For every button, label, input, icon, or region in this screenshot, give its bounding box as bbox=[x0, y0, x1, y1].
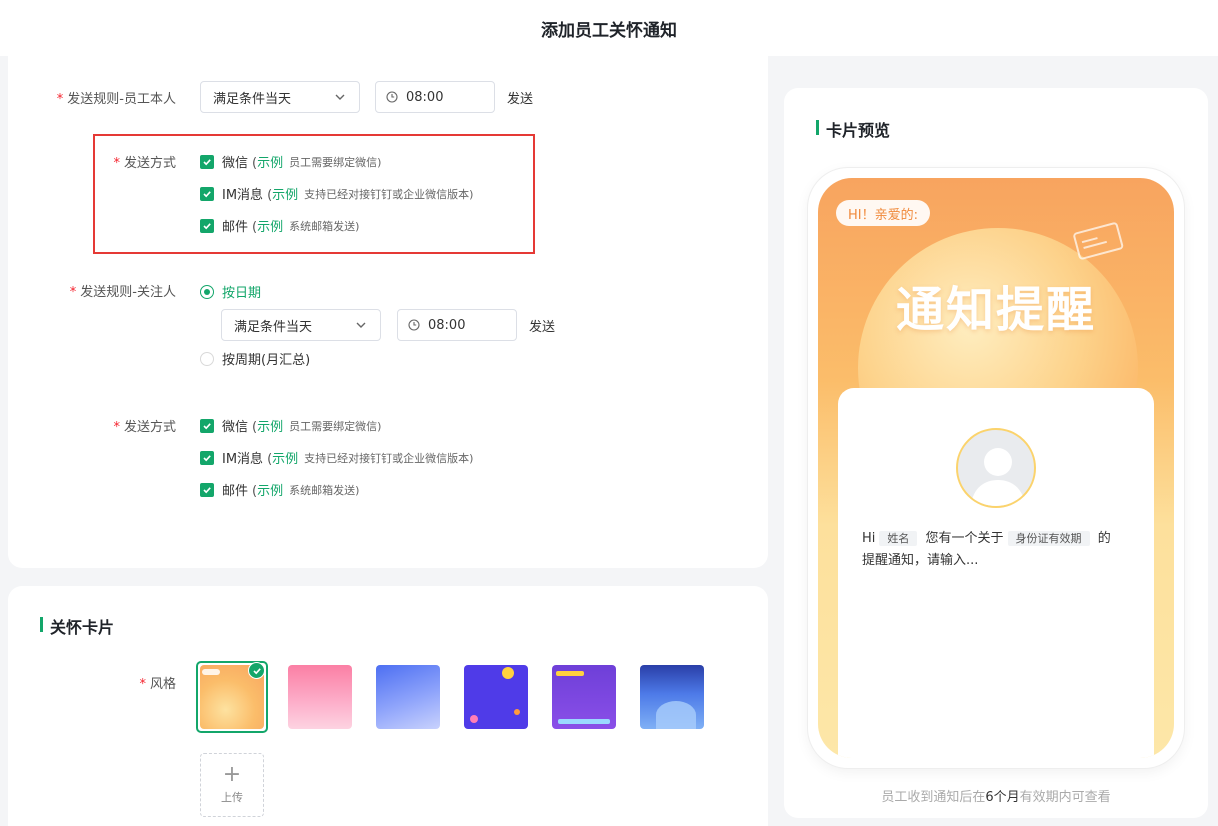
option-hint: 支持已经对接钉钉或企业微信版本) bbox=[304, 187, 474, 201]
radio-by-date-label: 按日期 bbox=[222, 286, 262, 301]
option-label: IM消息 bbox=[222, 188, 264, 203]
clock-icon bbox=[386, 91, 398, 103]
send-method-email[interactable]: 邮件 (示例 系统邮箱发送) bbox=[200, 216, 359, 235]
option-label: 邮件 bbox=[222, 484, 249, 499]
user-placeholder-icon bbox=[970, 448, 1026, 506]
option-hint: 系统邮箱发送) bbox=[289, 483, 360, 497]
foot-post: 有效期内可查看 bbox=[1019, 790, 1111, 805]
page-title: 添加员工关怀通知 bbox=[541, 20, 677, 41]
rule-employee-time-value: 08:00 bbox=[406, 89, 444, 105]
send-method-email[interactable]: 邮件 (示例 系统邮箱发送) bbox=[200, 480, 359, 499]
validity-note: 员工收到通知后在6个月有效期内可查看 bbox=[784, 786, 1208, 805]
upload-label: 上传 bbox=[221, 791, 243, 804]
paren: (示例 bbox=[252, 156, 284, 171]
check-icon bbox=[248, 662, 265, 679]
example-link[interactable]: 示例 bbox=[257, 420, 283, 435]
radio-selected-icon[interactable] bbox=[200, 284, 214, 299]
item-tag: 身份证有效期 bbox=[1007, 531, 1090, 546]
card-preview-screen: HI！亲爱的: 通知提醒 Hi 姓名 您有一个关于 身份证有效期 的 提醒通知，请输… bbox=[818, 178, 1174, 758]
option-hint: 员工需要绑定微信) bbox=[289, 419, 382, 433]
style-thumb-navy[interactable] bbox=[640, 665, 704, 729]
message-card: Hi 姓名 您有一个关于 身份证有效期 的 提醒通知，请输入... bbox=[838, 388, 1154, 758]
checkbox-checked-icon[interactable] bbox=[200, 418, 214, 433]
rule-follower-suffix: 发送 bbox=[529, 320, 556, 335]
rule-employee-label: * 发送规则-员工本人 bbox=[56, 92, 176, 107]
paren: (示例 bbox=[252, 220, 284, 235]
style-thumb-purple-party[interactable] bbox=[464, 665, 528, 729]
notification-title: 通知提醒 bbox=[895, 282, 1096, 338]
example-link[interactable]: 示例 bbox=[257, 220, 283, 235]
send-method-im[interactable]: IM消息 (示例 支持已经对接钉钉或企业微信版本) bbox=[200, 448, 473, 467]
page-header: 添加员工关怀通知 bbox=[0, 0, 1218, 56]
paren: (示例 bbox=[252, 484, 284, 499]
chevron-down-icon bbox=[335, 94, 345, 100]
style-thumb-blue[interactable] bbox=[376, 665, 440, 729]
radio-unselected-icon[interactable] bbox=[200, 351, 214, 366]
checkbox-checked-icon[interactable] bbox=[200, 450, 214, 465]
option-label: 邮件 bbox=[222, 220, 249, 235]
checkbox-checked-icon[interactable] bbox=[200, 482, 214, 497]
send-method-wechat[interactable]: 微信 (示例 员工需要绑定微信) bbox=[200, 416, 381, 435]
rule-employee-suffix: 发送 bbox=[507, 92, 534, 107]
example-link[interactable]: 示例 bbox=[257, 156, 283, 171]
style-thumb-violet[interactable] bbox=[552, 665, 616, 729]
style-thumb-pink[interactable] bbox=[288, 665, 352, 729]
msg-tail: 提醒通知，请输入... bbox=[862, 553, 979, 568]
msg-mid: 您有一个关于 bbox=[925, 531, 1004, 546]
rule-follower-time-picker[interactable]: 08:00 bbox=[397, 309, 517, 341]
message-text: Hi 姓名 您有一个关于 身份证有效期 的 提醒通知，请输入... bbox=[862, 528, 1142, 572]
greeting-pill: HI！亲爱的: bbox=[836, 200, 930, 226]
option-label: 微信 bbox=[222, 420, 249, 435]
checkbox-checked-icon[interactable] bbox=[200, 186, 214, 201]
upload-button[interactable]: + 上传 bbox=[200, 753, 264, 817]
rule-employee-condition-select[interactable]: 满足条件当天 bbox=[200, 81, 360, 113]
example-link[interactable]: 示例 bbox=[272, 452, 298, 467]
rule-follower-time-value: 08:00 bbox=[428, 317, 466, 333]
validity-period: 6个月 bbox=[985, 790, 1020, 805]
checkbox-checked-icon[interactable] bbox=[200, 154, 214, 169]
name-tag: 姓名 bbox=[879, 531, 918, 546]
rule-follower-condition-select[interactable]: 满足条件当天 bbox=[221, 309, 381, 341]
foot-pre: 员工收到通知后在 bbox=[881, 790, 986, 805]
send-method-label: * 发送方式 bbox=[113, 420, 176, 435]
radio-by-date[interactable]: 按日期 bbox=[200, 282, 261, 301]
rule-follower-label: * 发送规则-关注人 bbox=[69, 285, 176, 300]
paren: (示例 bbox=[252, 420, 284, 435]
rule-employee-condition-value: 满足条件当天 bbox=[213, 91, 292, 107]
preview-title: 卡片预览 bbox=[816, 117, 890, 141]
msg-de: 的 bbox=[1097, 531, 1111, 546]
care-card-title: 关怀卡片 bbox=[40, 614, 114, 638]
radio-by-period[interactable]: 按周期(月汇总) bbox=[200, 349, 310, 368]
rules-panel bbox=[8, 56, 768, 568]
send-method-wechat[interactable]: 微信 (示例 员工需要绑定微信) bbox=[200, 152, 381, 171]
option-hint: 系统邮箱发送) bbox=[289, 219, 360, 233]
option-label: IM消息 bbox=[222, 452, 264, 467]
option-label: 微信 bbox=[222, 156, 249, 171]
msg-hi: Hi bbox=[862, 531, 876, 546]
example-link[interactable]: 示例 bbox=[272, 188, 298, 203]
send-method-im[interactable]: IM消息 (示例 支持已经对接钉钉或企业微信版本) bbox=[200, 184, 473, 203]
avatar bbox=[956, 428, 1036, 508]
checkbox-checked-icon[interactable] bbox=[200, 218, 214, 233]
option-hint: 员工需要绑定微信) bbox=[289, 155, 382, 169]
option-hint: 支持已经对接钉钉或企业微信版本) bbox=[304, 451, 474, 465]
chevron-down-icon bbox=[356, 322, 366, 328]
rule-follower-condition-value: 满足条件当天 bbox=[234, 319, 313, 335]
plus-icon: + bbox=[222, 762, 242, 787]
example-link[interactable]: 示例 bbox=[257, 484, 283, 499]
radio-by-period-label: 按周期(月汇总) bbox=[222, 353, 311, 368]
style-label: * 风格 bbox=[139, 677, 176, 692]
send-method-label: * 发送方式 bbox=[113, 156, 176, 171]
rule-employee-time-picker[interactable]: 08:00 bbox=[375, 81, 495, 113]
clock-icon bbox=[408, 319, 420, 331]
paren: (示例 bbox=[267, 188, 299, 203]
envelope-icon bbox=[1073, 222, 1124, 260]
paren: (示例 bbox=[267, 452, 299, 467]
